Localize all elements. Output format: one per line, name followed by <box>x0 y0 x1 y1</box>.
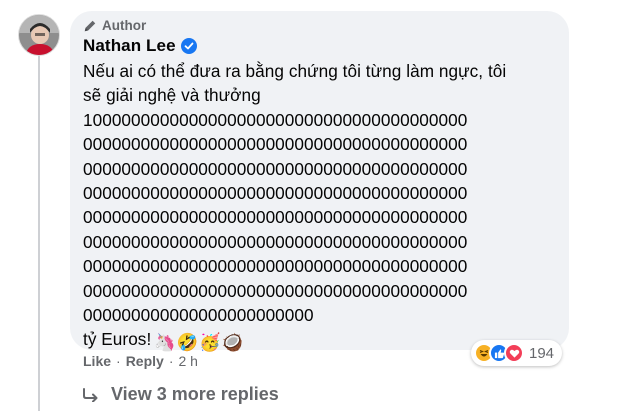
view-more-replies-label: View 3 more replies <box>111 384 279 404</box>
reactions-summary[interactable]: 194 <box>471 340 563 366</box>
comment-line: sẽ giải nghệ và thưởng <box>83 85 261 106</box>
unicorn-emoji-icon: 🦄 <box>154 332 176 353</box>
separator-dot: · <box>168 353 174 369</box>
party-emoji-icon: 🥳 <box>199 332 221 353</box>
author-row: Nathan Lee <box>83 36 197 56</box>
emoji-group: 🦄 🤣 🥳 🥥 <box>154 330 243 354</box>
comment-line: 0000000000000000000000000000000000000000 <box>83 134 468 155</box>
author-badge: Author <box>83 18 146 33</box>
reply-button[interactable]: Reply <box>126 353 164 369</box>
author-badge-label: Author <box>102 18 147 33</box>
love-reaction-icon <box>504 343 524 363</box>
reaction-count: 194 <box>529 344 555 362</box>
pen-icon <box>84 20 96 31</box>
like-button[interactable]: Like <box>83 353 111 369</box>
comment-line: 000000000000000000000000 <box>83 305 314 326</box>
rofl-emoji-icon: 🤣 <box>176 332 199 353</box>
comment-line: 0000000000000000000000000000000000000000 <box>83 280 468 301</box>
timestamp[interactable]: 2 h <box>178 353 197 369</box>
comment-line: 1000000000000000000000000000000000000000 <box>83 109 468 130</box>
separator-dot: · <box>116 353 121 369</box>
view-more-replies-button[interactable]: View 3 more replies <box>83 384 279 405</box>
comment-last-line-text: tỷ Euros! <box>83 329 152 350</box>
author-name[interactable]: Nathan Lee <box>83 36 176 56</box>
thread-line <box>38 46 40 411</box>
comment-line: 0000000000000000000000000000000000000000 <box>83 231 468 252</box>
comment-text: Nếu ai có thể đưa ra bằng chứng tôi từng… <box>83 59 563 355</box>
comment-line: 0000000000000000000000000000000000000000 <box>83 183 468 204</box>
comment-line: 0000000000000000000000000000000000000000 <box>83 158 468 179</box>
reply-arrow-icon <box>83 387 98 402</box>
comment-line: Nếu ai có thể đưa ra bằng chứng tôi từng… <box>83 61 507 81</box>
avatar[interactable] <box>18 14 60 56</box>
comment-line: 0000000000000000000000000000000000000000 <box>83 207 468 228</box>
coconut-emoji-icon: 🥥 <box>221 332 244 353</box>
comment-actions: Like · Reply · 2 h <box>83 353 198 369</box>
comment-line: 0000000000000000000000000000000000000000 <box>83 256 468 277</box>
verified-badge-icon <box>180 38 197 54</box>
